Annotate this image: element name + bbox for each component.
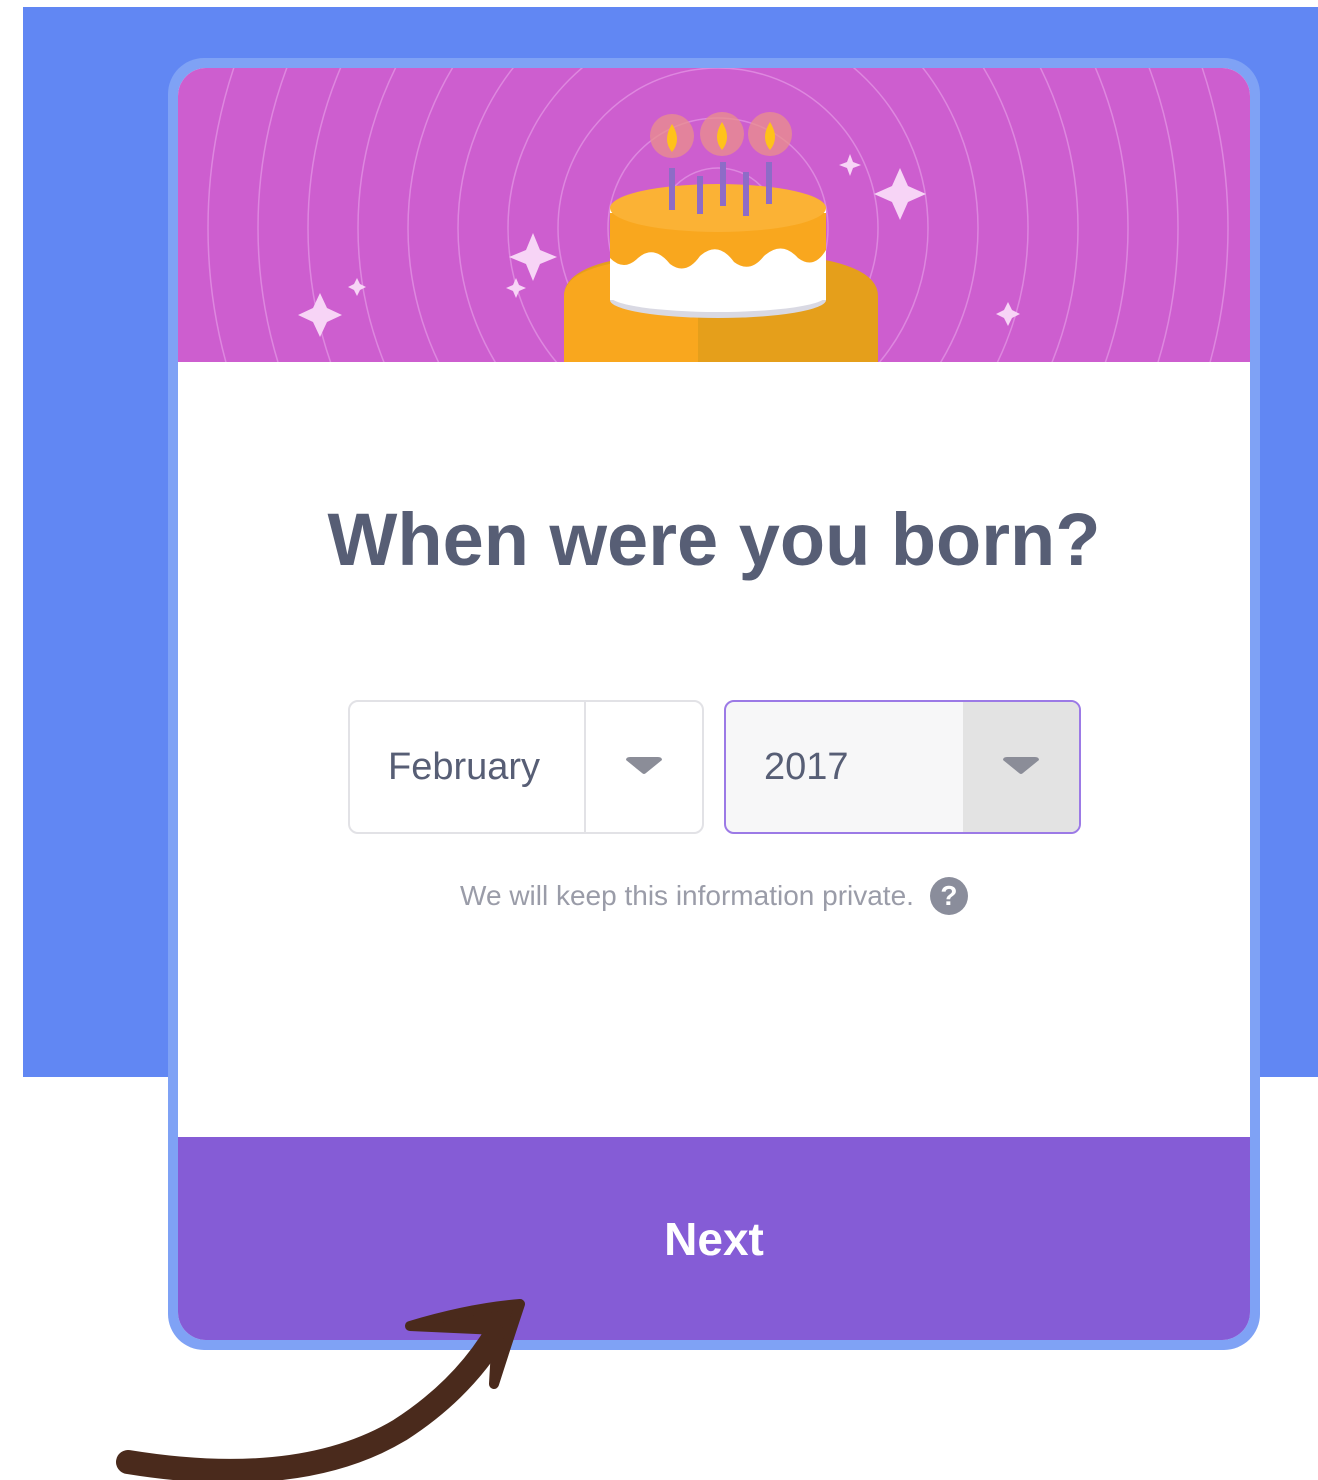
hand-drawn-arrow (116, 1299, 525, 1480)
